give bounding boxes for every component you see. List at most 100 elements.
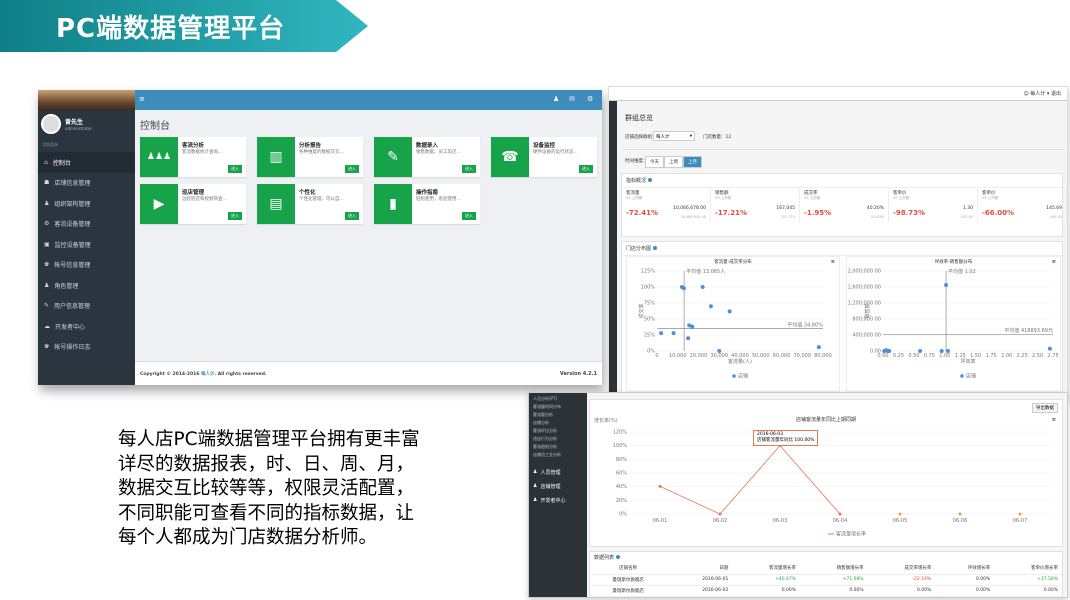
store-select[interactable]: 每人计 ▾ — [653, 131, 695, 141]
sidebar-item-label: 控制台 — [52, 159, 71, 167]
sidebar-item[interactable]: ♟ 组织架构管理 — [38, 193, 135, 214]
kpi-card: 成交率 VS 上同期 -1.95% 40.20% 41.00% — [800, 188, 889, 222]
sidebar-subitem[interactable]: 客流趋势分析 — [529, 443, 587, 451]
kpi-pct: -1.95% — [804, 209, 832, 217]
x-tick-label: 10,000 — [669, 353, 687, 359]
module-card[interactable]: ▶ 巡店管理 远程巡店和视频筛查... 进入 — [140, 184, 246, 224]
enter-button[interactable]: 进入 — [228, 212, 242, 220]
avg-y-label: 平均值 418893.69元 — [1004, 327, 1053, 334]
sidebar-item[interactable]: ♟ 开发者中心 — [529, 493, 587, 507]
legend-marker — [732, 374, 736, 378]
column-header[interactable]: 日期 — [666, 563, 733, 575]
time-tab[interactable]: 上月 — [683, 156, 702, 168]
avatar[interactable] — [41, 114, 61, 134]
kpi-card: 客单价 VS 上同期 -98.73% 1.30 102.40 — [889, 188, 978, 222]
enter-button[interactable]: 进入 — [345, 165, 359, 173]
time-tab[interactable]: 今天 — [645, 156, 664, 168]
sidebar-item[interactable]: ▣ 监控设备管理 — [38, 234, 135, 255]
kpi-pct: -66.00% — [982, 209, 1015, 217]
module-desc: 轻松使用，悉迎使用... — [416, 197, 461, 202]
menu-icon: ♚ — [44, 261, 50, 269]
settings-icon[interactable]: ⚙ — [587, 95, 593, 103]
description-text: 每人店PC端数据管理平台拥有更丰富详尽的数据报表，时、日、周、月，数据交互比较等… — [118, 429, 420, 548]
enter-button[interactable]: 进入 — [228, 165, 242, 173]
sidebar-subitem[interactable]: 客流量分析 — [529, 411, 587, 419]
user-panel: 曾先生 administrator — [38, 110, 135, 138]
sidebar-item[interactable]: ⚙ 客流设备管理 — [38, 214, 135, 235]
scatter-point — [727, 309, 732, 314]
overview-title: 群组总览 — [625, 114, 653, 122]
sidebar-item[interactable]: ☁ 开发者中心 — [38, 316, 135, 337]
module-title: 个性化 — [299, 190, 316, 196]
module-card[interactable]: ✎ 数据录入 销售数据、员工及店... 进入 — [374, 137, 480, 177]
table-cell: +71.08% — [800, 574, 868, 586]
module-card[interactable]: ▤ 个性化 个性化管理、可以自... 进入 — [257, 184, 363, 224]
user-icon[interactable]: ♟ — [553, 95, 559, 103]
menu-icon: ♟ — [44, 281, 50, 289]
sidebar-subitem[interactable]: 客流环比分析 — [529, 427, 587, 435]
y-tick-label: 0% — [619, 512, 627, 518]
user-name: 曾先生 — [65, 119, 84, 126]
column-header[interactable]: 销售额增长率 — [800, 563, 868, 575]
enter-button[interactable]: 进入 — [462, 165, 476, 173]
sidebar-subitem[interactable]: 进店行为分析 — [529, 435, 587, 443]
console-screenshot: 曾先生 administrator 导航菜单 ⌂ 控制台 ☗ 店铺信息管理 ♟ 组织架构管理… — [38, 90, 602, 385]
y-tick-label: 1,600,000.00 — [848, 285, 881, 291]
sidebar-item-label: 角色管理 — [54, 282, 79, 290]
overview-sidebar — [609, 101, 617, 399]
sidebar-subitem[interactable]: 店铺员工业分析 — [529, 451, 587, 459]
scatter-point — [816, 345, 821, 350]
version: Version 4.2.1 — [559, 371, 597, 377]
module-card[interactable]: ♟♟♟ 客流分析 客流数据统计查询... 进入 — [140, 137, 246, 177]
sidebar-subitem[interactable]: 人员分析(PT) — [529, 395, 587, 403]
enter-button[interactable]: 进入 — [579, 165, 593, 173]
module-card[interactable]: ▥ 分析报告 各种维度的数据交叉... 进入 — [257, 137, 363, 177]
column-header[interactable]: 店铺名称 — [590, 563, 667, 575]
kpi-v2: 102.40 — [960, 215, 973, 219]
sidebar-subitem[interactable]: 店铺分析 — [529, 419, 587, 427]
module-title: 操作指南 — [416, 190, 439, 196]
x-tick-label: 0.25 — [893, 353, 904, 359]
module-desc: 远程巡店和视频筛查... — [182, 197, 227, 202]
column-header[interactable]: 客单价增长率 — [994, 563, 1062, 575]
trend-tooltip: 2016-06-03 店铺客流量年同比 100.00% — [753, 430, 819, 446]
kpi-pct: -17.21% — [715, 209, 748, 217]
sidebar-item-label: 客流设备管理 — [54, 221, 91, 229]
x-tick-label: 2.75 — [1047, 353, 1058, 359]
sidebar-item[interactable]: ♟ 角色管理 — [38, 275, 135, 296]
sidebar-item[interactable]: ♟ 店铺管理 — [529, 479, 587, 493]
x-tick-label: 50,000 — [752, 353, 770, 359]
sidebar-item[interactable]: ♚ 帐号操作日志 — [38, 337, 135, 358]
sidebar-item[interactable]: ♟ 人员管理 — [529, 465, 587, 479]
module-title: 客流分析 — [182, 143, 205, 149]
module-card[interactable]: ▮ 操作指南 轻松使用，悉迎使用... 进入 — [374, 184, 480, 224]
sidebar-item[interactable]: ☗ 店铺信息管理 — [38, 173, 135, 194]
column-header[interactable]: 客流量增长率 — [732, 563, 801, 575]
column-header[interactable]: 坪效增长率 — [935, 563, 995, 575]
sidebar-item[interactable]: ♚ 帐号信息管理 — [38, 255, 135, 276]
enter-button[interactable]: 进入 — [462, 212, 476, 220]
y-tick-label: 100% — [641, 285, 656, 291]
enter-button[interactable]: 进入 — [345, 212, 359, 220]
table-cell: +40.47% — [732, 574, 801, 586]
y-tick-label: 60% — [616, 471, 627, 477]
mail-icon[interactable]: ✉ — [569, 95, 575, 103]
sidebar-item[interactable]: ⌂ 控制台 — [38, 152, 135, 173]
time-tab[interactable]: 上周 — [664, 156, 683, 168]
sidebar: 曾先生 administrator 导航菜单 ⌂ 控制台 ☗ 店铺信息管理 ♟ 组织架构管理… — [38, 90, 135, 385]
kpi-sub: VS 上同期 — [626, 196, 643, 200]
topbar-user[interactable]: ☺ 每人计 ▾ 退出 — [1024, 90, 1062, 97]
trend-sidebar: 人员分析(PT) 客流量时间分布 客流量分析 店铺分析 客流环比分析 进店行为分析 客流趋势… — [529, 393, 587, 597]
y-tick-label: 75% — [644, 301, 655, 307]
sidebar-subitem[interactable]: 客流量时间分布 — [529, 403, 587, 411]
column-header[interactable]: 成交率增长率 — [867, 563, 936, 575]
scatter-panel: 门店分布图 客流量-成交率分布 ≡ 0% 25% 50% 75% 100% 125% 0 10… — [621, 241, 1063, 396]
menu-icon: ▣ — [44, 240, 50, 248]
scatter-point — [686, 336, 691, 341]
kpi-sub: VS 上同期 — [715, 196, 732, 200]
menu-toggle-icon[interactable]: ≡ — [139, 95, 145, 103]
sidebar-item[interactable]: ✎ 用户信息管理 — [38, 296, 135, 317]
scatter-point — [887, 349, 892, 353]
module-card[interactable]: ☎ 设备监控 硬件设备的运行状态... 进入 — [491, 137, 597, 177]
legend-label: 客流量增长率 — [836, 531, 866, 538]
